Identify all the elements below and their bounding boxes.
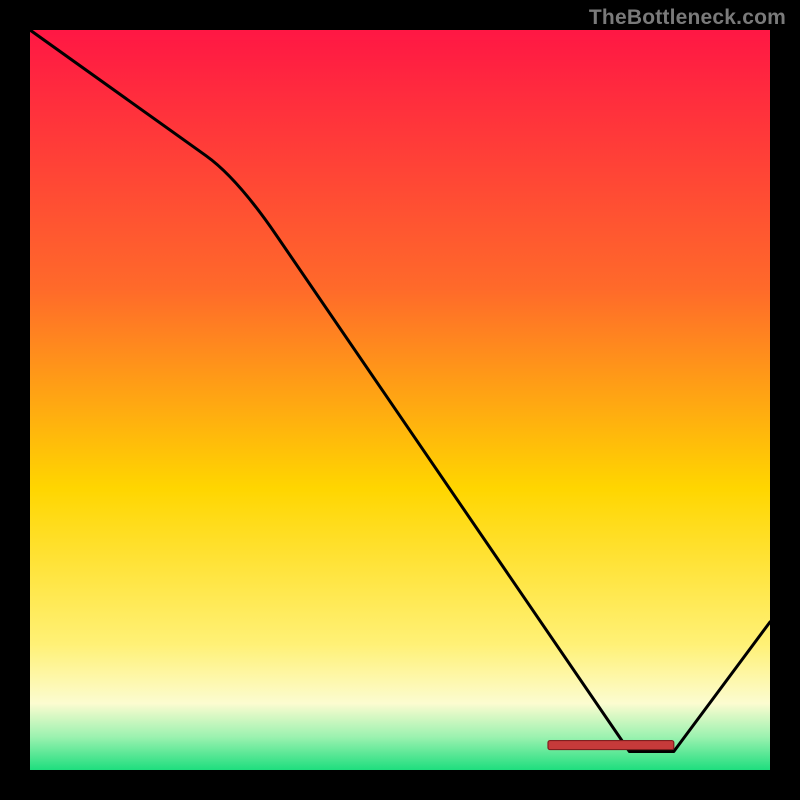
plateau-marker (548, 741, 674, 750)
bottleneck-chart (0, 0, 800, 800)
chart-stage: TheBottleneck.com (0, 0, 800, 800)
gradient-background (30, 30, 770, 770)
